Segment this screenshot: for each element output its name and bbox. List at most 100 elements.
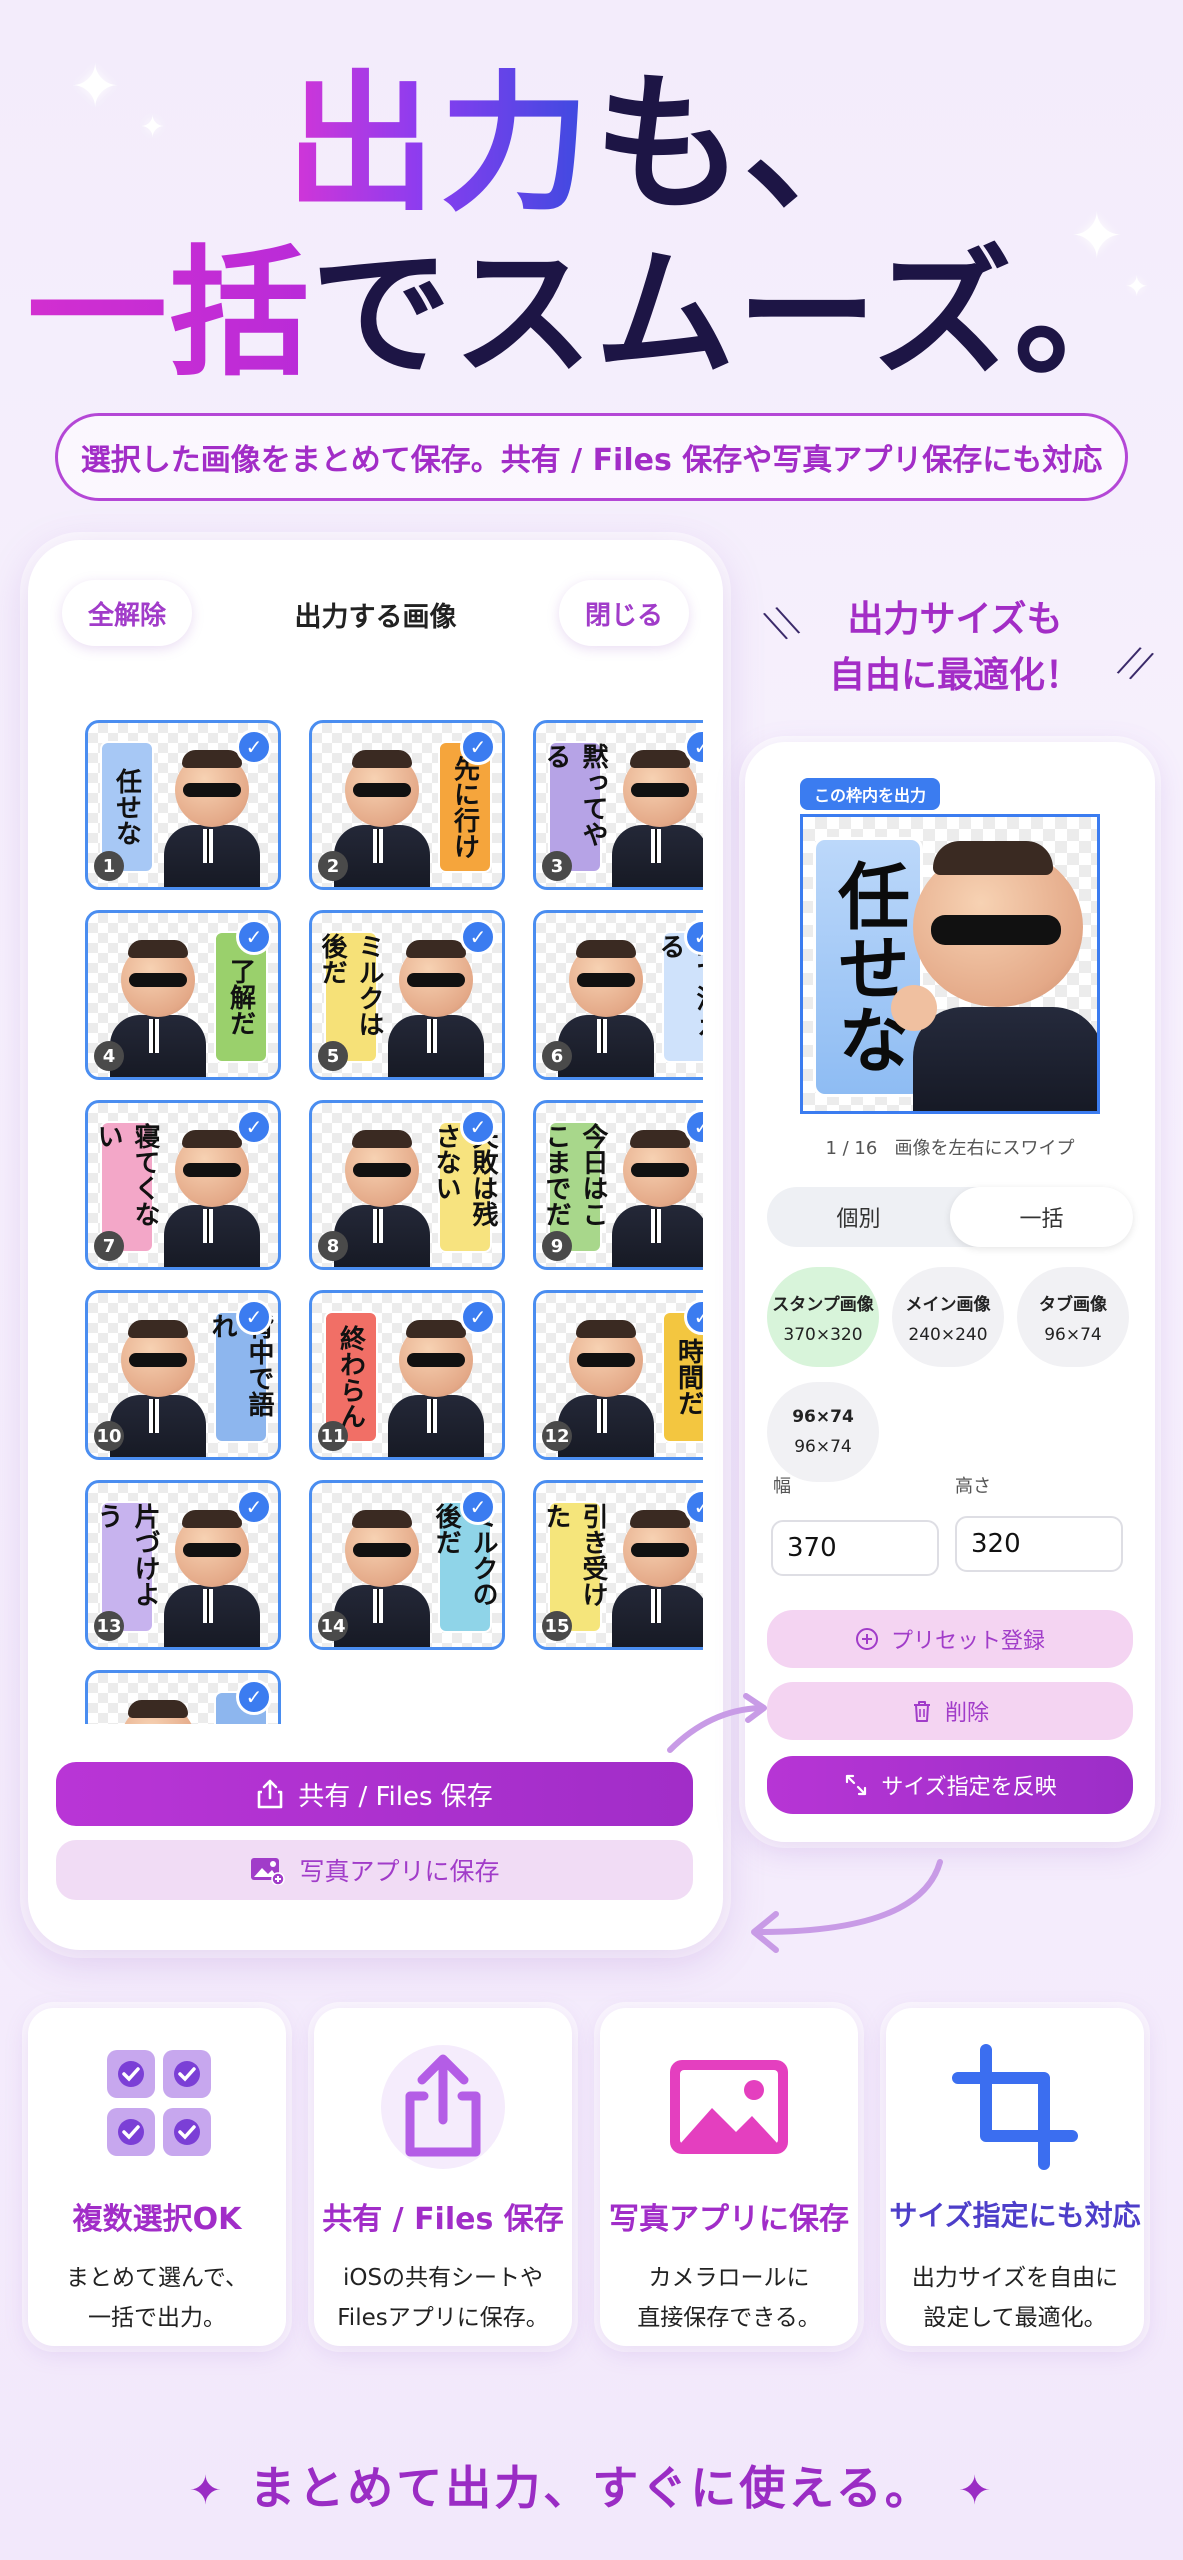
stamp-number: 4 — [94, 1041, 124, 1071]
feature-title: 複数選択OK — [72, 2202, 242, 2237]
preset-title: タブ画像 — [1039, 1294, 1107, 1315]
character-glasses — [129, 973, 187, 987]
stamp-tile[interactable]: 任せな ✓ 1 — [85, 720, 281, 890]
hero-title-line2: 一括でスムーズ。 — [0, 235, 1183, 395]
stamp-tile[interactable]: 時間だ✓12 — [533, 1290, 703, 1460]
preset-size: 370×320 — [783, 1324, 863, 1345]
height-field[interactable]: 320 — [955, 1516, 1123, 1572]
delete-button[interactable]: 削除 — [767, 1682, 1133, 1740]
width-field[interactable]: 370 — [771, 1520, 939, 1576]
stamp-tile[interactable]: 了解だ ✓ 4 — [85, 910, 281, 1080]
character-tie — [651, 1589, 661, 1623]
stamp-tile[interactable]: 時で消える✓6 — [533, 910, 703, 1080]
feature-title: 共有 / Files 保存 — [322, 2202, 564, 2237]
share-files-button[interactable]: 共有 / Files 保存 — [56, 1762, 693, 1826]
stamp-tile[interactable]: 失敗は残さない ✓ 8 — [309, 1100, 505, 1270]
selected-check-icon[interactable]: ✓ — [460, 1489, 496, 1525]
stamp-tile[interactable]: やる✓16 — [85, 1670, 281, 1724]
selected-check-icon[interactable]: ✓ — [236, 729, 272, 765]
stamp-tile[interactable]: 片づけよう ✓ 13 — [85, 1480, 281, 1650]
stamp-grid: 任せな✓1先に行け✓2黙ってやる✓3了解だ✓4ミルクは後だ✓5時で消える✓6寝て… — [53, 690, 703, 1724]
plus-circle-icon — [855, 1628, 878, 1650]
stamp-number: 11 — [318, 1421, 348, 1451]
stamp-tile[interactable]: 黙ってやる✓3 — [533, 720, 703, 890]
feature-desc: まとめて選んで、 一括で出力。 — [28, 2258, 286, 2338]
stamp-tile[interactable]: ミルクの後だ ✓ 14 — [309, 1480, 505, 1650]
selected-check-icon[interactable]: ✓ — [460, 1299, 496, 1335]
selected-check-icon[interactable]: ✓ — [236, 1109, 272, 1145]
save-to-photos-button[interactable]: 写真アプリに保存 — [56, 1840, 693, 1900]
checkbox-grid-icon — [107, 2050, 211, 2156]
character-hair — [576, 1320, 636, 1338]
trash-icon — [913, 1701, 930, 1722]
hero-title-accent-2: 一括 — [26, 233, 311, 396]
stamp-tile[interactable]: 背中で語れ ✓ 10 — [85, 1290, 281, 1460]
selected-check-icon[interactable]: ✓ — [460, 729, 496, 765]
size-preset-chip[interactable]: スタンプ画像 370×320 — [767, 1267, 879, 1367]
width-label: 幅 — [773, 1476, 791, 1497]
selected-check-icon[interactable]: ✓ — [460, 919, 496, 955]
preset-title: スタンプ画像 — [772, 1294, 874, 1315]
character-hair — [352, 750, 412, 768]
apply-size-button[interactable]: サイズ指定を反映 — [767, 1756, 1133, 1814]
preview-character-glasses — [931, 915, 1061, 945]
feature-desc-line: 一括で出力。 — [88, 2305, 226, 2331]
feature-save-photos: 写真アプリに保存 カメラロールに 直接保存できる。 — [600, 2008, 858, 2346]
stamp-tile[interactable]: 引き受けた✓15 — [533, 1480, 703, 1650]
sparkle-icon: ✦ — [957, 2468, 995, 2514]
preview-stamp-text: 任せな — [813, 837, 923, 1097]
sparkle-icon: ✦ — [188, 2468, 226, 2514]
preview-character-hair — [933, 841, 1053, 875]
size-preset-chip[interactable]: メイン画像 240×240 — [892, 1267, 1004, 1367]
stamp-tile[interactable]: 終わらん ✓ 11 — [309, 1290, 505, 1460]
feature-desc: iOSの共有シートや Filesアプリに保存。 — [314, 2258, 572, 2338]
stamp-number: 6 — [542, 1041, 572, 1071]
feature-icon-wrap — [886, 2042, 1144, 2172]
character-tie — [597, 1019, 607, 1053]
selected-check-icon[interactable]: ✓ — [236, 1299, 272, 1335]
character-glasses — [577, 973, 635, 987]
stamp-tile[interactable]: 先に行け ✓ 2 — [309, 720, 505, 890]
feature-desc: 出力サイズを自由に 設定して最適化。 — [886, 2258, 1144, 2338]
crop-frame[interactable]: 任せな — [800, 814, 1100, 1114]
feature-desc-line: カメラロールに — [648, 2265, 810, 2291]
swipe-hint: 1 / 16 画像を左右にスワイプ — [745, 1134, 1155, 1160]
stamp-number: 9 — [542, 1231, 572, 1261]
character-glasses — [353, 1163, 411, 1177]
character-hair — [406, 940, 466, 958]
selected-check-icon[interactable]: ✓ — [236, 1489, 272, 1525]
selected-check-icon[interactable]: ✓ — [236, 919, 272, 955]
preset-title: 96×74 — [792, 1407, 854, 1427]
footer-text: まとめて出力、すぐに使える。 — [249, 2461, 934, 2515]
preset-size: 96×74 — [1044, 1324, 1102, 1345]
stamp-number: 10 — [94, 1421, 124, 1451]
hero-title-line1: 出力も、 — [0, 60, 1183, 230]
character-hair — [352, 1130, 412, 1148]
preview-character-hand — [891, 985, 937, 1031]
feature-share-files: 共有 / Files 保存 iOSの共有シートや Filesアプリに保存。 — [314, 2008, 572, 2346]
crop-icon — [952, 2044, 1078, 2170]
save-to-photos-label: 写真アプリに保存 — [299, 1857, 500, 1886]
feature-size-spec: サイズ指定にも対応 出力サイズを自由に 設定して最適化。 — [886, 2008, 1144, 2346]
preset-size: 96×74 — [794, 1437, 852, 1457]
character-glasses — [183, 783, 241, 797]
stamp-tile[interactable]: 寝てくない ✓ 7 — [85, 1100, 281, 1270]
close-button[interactable]: 閉じる — [558, 580, 689, 646]
stamp-tile[interactable]: 今日はここまでだ✓9 — [533, 1100, 703, 1270]
character-glasses — [353, 783, 411, 797]
stamp-tile[interactable]: ミルクは後だ ✓ 5 — [309, 910, 505, 1080]
tab-individual[interactable]: 個別 — [767, 1187, 950, 1247]
page-counter: 1 / 16 — [825, 1138, 878, 1159]
size-preset-chip[interactable]: 96×74 96×74 — [767, 1382, 879, 1482]
size-preset-chip[interactable]: タブ画像 96×74 — [1017, 1267, 1129, 1367]
selected-check-icon[interactable]: ✓ — [460, 1109, 496, 1145]
character-glasses — [631, 1163, 689, 1177]
share-icon — [381, 2045, 505, 2169]
feature-desc-line: iOSの共有シートや — [342, 2265, 544, 2291]
selected-check-icon[interactable]: ✓ — [236, 1679, 272, 1715]
preset-register-button[interactable]: プリセット登録 — [767, 1610, 1133, 1668]
export-sheet-header: 全解除 出力する画像 閉じる — [28, 540, 723, 690]
preset-title: メイン画像 — [905, 1294, 991, 1315]
character-hair — [630, 1510, 690, 1528]
tab-bulk[interactable]: 一括 — [950, 1187, 1133, 1247]
